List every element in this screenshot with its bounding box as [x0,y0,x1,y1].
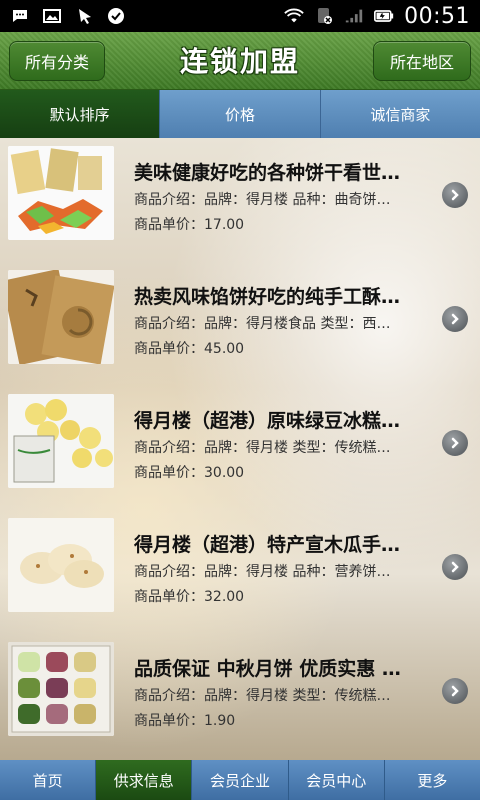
product-title: 得月楼（超港）原味绿豆冰糕… [134,410,401,432]
product-description: 商品介绍：品牌：得月楼 类型：传统糕… [134,688,391,704]
product-title: 得月楼（超港）特产宣木瓜手… [134,534,401,556]
sim-x-icon [314,7,334,25]
wifi-icon [284,7,304,25]
product-thumbnail [8,146,114,240]
sort-tabs: 默认排序 价格 诚信商家 [0,90,480,138]
product-title: 品质保证 中秋月饼 优质实惠 … [134,658,401,680]
product-description: 商品介绍：品牌：得月楼 品种：曲奇饼… [134,192,391,208]
product-thumbnail [8,394,114,488]
download-icon [74,7,94,25]
nav-member-companies[interactable]: 会员企业 [192,760,289,800]
chevron-right-icon[interactable] [442,306,468,332]
product-price: 商品单价：1.90 [134,713,236,729]
bottom-nav: 首页 供求信息 会员企业 会员中心 更多 [0,760,480,800]
list-item[interactable]: 得月楼（超港）特产宣木瓜手… 商品介绍：品牌：得月楼 品种：营养饼… 商品单价：… [0,510,480,634]
signal-icon [344,7,364,25]
clock: 00:51 [404,3,470,29]
product-thumbnail [8,270,114,364]
product-price: 商品单价：32.00 [134,589,245,605]
status-bar: 00:51 [0,0,480,32]
chevron-right-icon[interactable] [442,554,468,580]
product-price: 商品单价：30.00 [134,465,245,481]
nav-member-center[interactable]: 会员中心 [288,760,385,800]
list-item[interactable]: 品质保证 中秋月饼 优质实惠 … 商品介绍：品牌：得月楼 类型：传统糕… 商品单… [0,634,480,758]
product-list: 美味健康好吃的各种饼干看世… 商品介绍：品牌：得月楼 品种：曲奇饼… 商品单价：… [0,138,480,760]
product-thumbnail [8,518,114,612]
nav-home[interactable]: 首页 [0,760,97,800]
list-item[interactable]: 得月楼（超港）原味绿豆冰糕… 商品介绍：品牌：得月楼 类型：传统糕… 商品单价：… [0,386,480,510]
product-thumbnail [8,642,114,736]
product-title: 热卖风味馅饼好吃的纯手工酥… [134,286,401,308]
chevron-right-icon[interactable] [442,182,468,208]
product-description: 商品介绍：品牌：得月楼 类型：传统糕… [134,440,391,456]
product-price: 商品单价：17.00 [134,217,245,233]
nav-more[interactable]: 更多 [384,760,480,800]
tab-trusted-merchants[interactable]: 诚信商家 [320,90,480,138]
check-circle-icon [106,7,126,25]
tab-default-sort[interactable]: 默认排序 [0,90,161,138]
product-price: 商品单价：45.00 [134,341,245,357]
product-title: 美味健康好吃的各种饼干看世… [134,162,401,184]
product-description: 商品介绍：品牌：得月楼 品种：营养饼… [134,564,391,580]
chevron-right-icon[interactable] [442,678,468,704]
nav-supply-demand[interactable]: 供求信息 [96,760,193,800]
product-description: 商品介绍：品牌：得月楼食品 类型：西… [134,316,391,332]
app-header: 所有分类 连锁加盟 所在地区 [0,32,480,90]
list-item[interactable]: 美味健康好吃的各种饼干看世… 商品介绍：品牌：得月楼 品种：曲奇饼… 商品单价：… [0,138,480,262]
chevron-right-icon[interactable] [442,430,468,456]
region-button[interactable]: 所在地区 [373,41,471,81]
tab-price[interactable]: 价格 [160,90,321,138]
message-icon [10,7,30,25]
list-item[interactable]: 热卖风味馅饼好吃的纯手工酥… 商品介绍：品牌：得月楼食品 类型：西… 商品单价：… [0,262,480,386]
battery-icon [374,7,394,25]
image-icon [42,7,62,25]
